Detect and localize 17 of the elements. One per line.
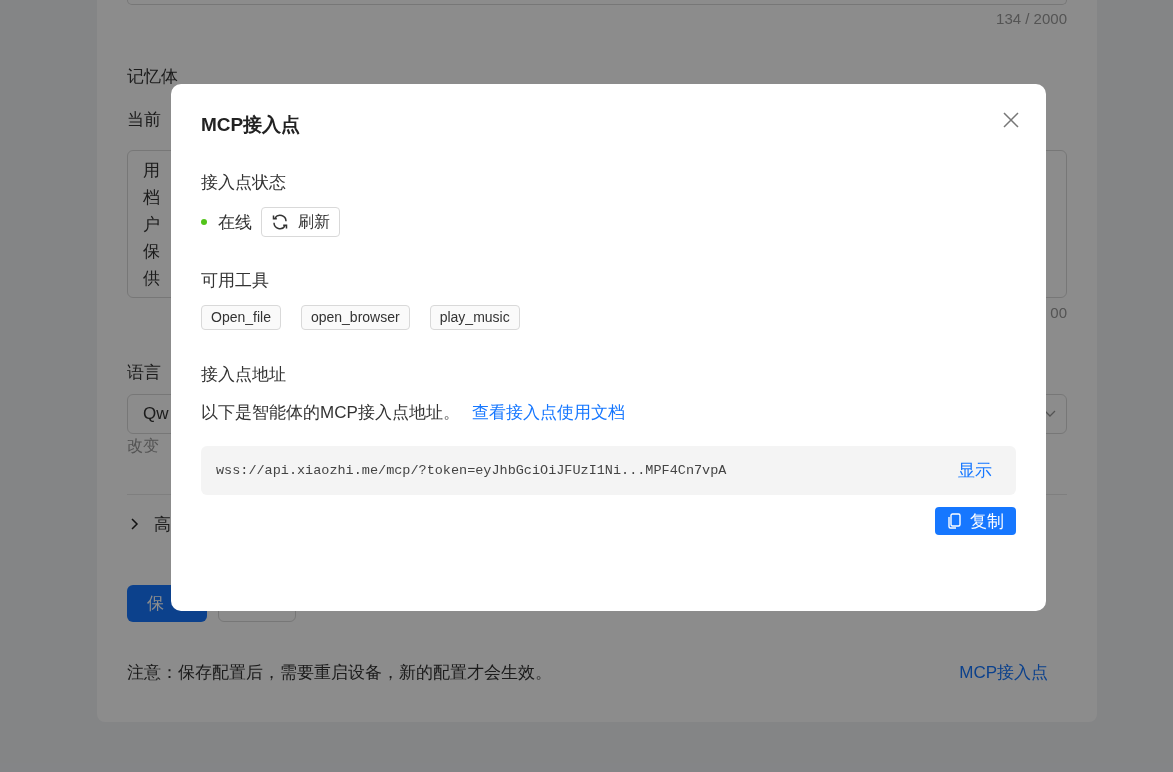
section-heading: 可用工具	[201, 270, 269, 292]
section-heading: 接入点地址	[201, 364, 286, 386]
description-text: 以下是智能体的MCP接入点地址。	[201, 402, 460, 424]
status-text: 在线	[218, 211, 252, 234]
character-counter: 134 / 2000	[995, 9, 1067, 29]
field-label: 语言	[127, 362, 161, 384]
tool-tag: Open_file	[201, 305, 281, 330]
note-text: 注意：保存配置后，需要重启设备，新的配置才会生效。	[127, 662, 552, 684]
tool-tag: play_music	[429, 305, 520, 330]
character-counter: 00	[1050, 303, 1067, 323]
hint-text: 改变	[127, 436, 160, 456]
tool-tag: open_browser	[300, 305, 410, 330]
section-heading: 接入点状态	[201, 172, 286, 194]
section-label: 记忆体	[127, 66, 178, 88]
field-label: 当前	[127, 109, 161, 131]
url-text: wss://api.xiaozhi.me/mcp/?token=eyJhbGciOiJFUzI1Ni...MPF4Cn7vpA	[216, 463, 727, 478]
modal-title: MCP接入点	[201, 113, 301, 137]
